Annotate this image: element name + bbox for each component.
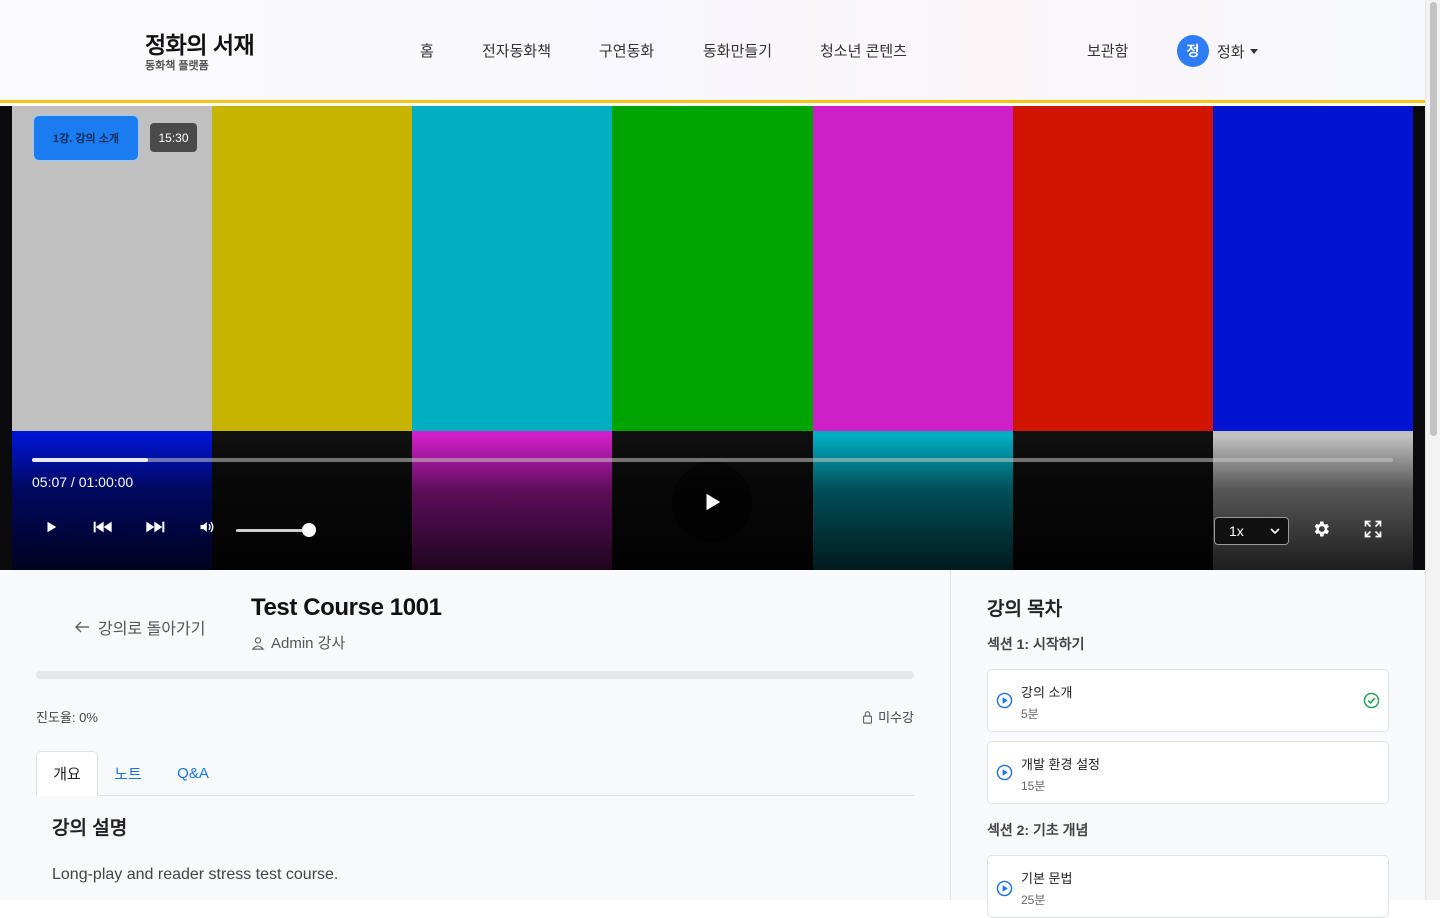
lesson-duration: 5분 — [1021, 707, 1039, 721]
nav-storytelling[interactable]: 구연동화 — [599, 40, 654, 61]
gear-icon — [1314, 521, 1329, 537]
play-icon — [47, 521, 57, 533]
course-title: Test Course 1001 — [251, 594, 442, 621]
avatar: 정 — [1177, 35, 1209, 67]
section-title: 섹션 2: 기초 개념 — [987, 822, 1089, 838]
volume-slider-handle[interactable] — [302, 523, 316, 537]
progress-rate: 진도율: 0% — [36, 710, 98, 725]
next-button[interactable] — [145, 520, 165, 537]
lesson-duration-badge: 15:30 — [150, 123, 197, 152]
description-text: Long-play and reader stress test course. — [52, 866, 339, 883]
play-circle-icon — [996, 880, 1013, 897]
lesson-title: 개발 환경 설정 — [1021, 757, 1100, 772]
tab-qna[interactable]: Q&A — [164, 751, 222, 796]
course-progress-bar — [36, 671, 914, 679]
previous-button[interactable] — [93, 520, 113, 537]
color-bar — [612, 106, 814, 431]
big-play-button[interactable] — [672, 462, 752, 542]
lesson-title: 기본 문법 — [1021, 871, 1073, 886]
tab-overview[interactable]: 개요 — [36, 751, 98, 796]
nav-archive[interactable]: 보관함 — [1087, 40, 1128, 61]
check-circle-icon — [1363, 692, 1380, 709]
page-scrollbar[interactable] — [1425, 0, 1440, 900]
color-bar — [212, 106, 413, 431]
lesson-item[interactable]: 기본 문법 25분 — [987, 855, 1389, 918]
color-bar — [1212, 106, 1414, 431]
current-lesson-chip[interactable]: 1강. 강의 소개 — [33, 115, 139, 161]
user-name: 정화 — [1217, 43, 1245, 61]
nav-youth-content[interactable]: 청소년 콘텐츠 — [820, 40, 907, 61]
video-player[interactable]: 1강. 강의 소개 15:30 05:07 / 01:00:00 1x — [0, 106, 1425, 570]
mute-button[interactable] — [199, 520, 216, 537]
toc-sidebar: 강의 목차 섹션 1: 시작하기 강의 소개 5분 개발 환경 설정 15분 섹… — [950, 570, 1425, 918]
settings-button[interactable] — [1311, 519, 1331, 542]
toc-title: 강의 목차 — [987, 599, 1063, 620]
skip-back-icon — [93, 521, 112, 533]
seek-bar-played — [32, 458, 148, 462]
color-bar — [412, 106, 613, 431]
arrow-left-icon — [74, 621, 89, 633]
play-circle-icon — [996, 692, 1013, 709]
instructor-name: Admin 강사 — [271, 635, 346, 652]
play-circle-icon — [996, 764, 1013, 781]
user-menu[interactable]: 정 정화 — [1177, 35, 1258, 67]
nav-ebooks[interactable]: 전자동화책 — [482, 40, 551, 61]
chevron-down-icon — [1270, 528, 1280, 535]
volume-slider-fill — [236, 529, 309, 532]
content-tabs: 개요 노트 Q&A — [36, 751, 914, 796]
instructor: Admin 강사 — [251, 632, 345, 653]
lesson-duration: 15분 — [1021, 779, 1046, 793]
brand-subtitle: 동화책 플랫폼 — [145, 60, 209, 72]
lock-icon — [863, 710, 873, 724]
color-bar — [812, 106, 1014, 431]
nav-home[interactable]: 홈 — [420, 40, 434, 61]
color-bar — [1012, 106, 1214, 431]
lesson-title: 강의 소개 — [1021, 685, 1073, 700]
site-header: 정화의 서재 동화책 플랫폼 홈 전자동화책 구연동화 동화만들기 청소년 콘텐… — [0, 0, 1425, 103]
nav-create-story[interactable]: 동화만들기 — [703, 40, 772, 61]
play-icon — [706, 493, 721, 511]
playback-speed-select[interactable]: 1x — [1214, 517, 1289, 545]
course-main: 강의로 돌아가기 Test Course 1001 Admin 강사 진도율: … — [0, 570, 950, 900]
fullscreen-icon — [1364, 520, 1382, 538]
description-heading: 강의 설명 — [52, 818, 128, 839]
fullscreen-button[interactable] — [1363, 519, 1383, 542]
caret-down-icon — [1249, 48, 1258, 54]
scrollbar-thumb[interactable] — [1430, 2, 1437, 436]
enrollment-status: 미수강 — [862, 707, 914, 726]
volume-icon — [200, 521, 214, 533]
brand-title[interactable]: 정화의 서재 — [145, 26, 255, 60]
playback-speed-value: 1x — [1229, 523, 1244, 539]
user-icon — [251, 636, 265, 650]
lesson-item[interactable]: 강의 소개 5분 — [987, 669, 1389, 732]
tab-notes[interactable]: 노트 — [102, 751, 154, 796]
play-button[interactable] — [44, 520, 58, 537]
skip-forward-icon — [146, 521, 165, 533]
back-label: 강의로 돌아가기 — [98, 621, 206, 638]
section-title: 섹션 1: 시작하기 — [987, 636, 1085, 652]
time-display: 05:07 / 01:00:00 — [32, 474, 134, 490]
lesson-item[interactable]: 개발 환경 설정 15분 — [987, 741, 1389, 804]
volume-slider[interactable] — [236, 523, 316, 537]
status-label: 미수강 — [878, 710, 914, 725]
back-to-course-link[interactable]: 강의로 돌아가기 — [74, 615, 206, 639]
